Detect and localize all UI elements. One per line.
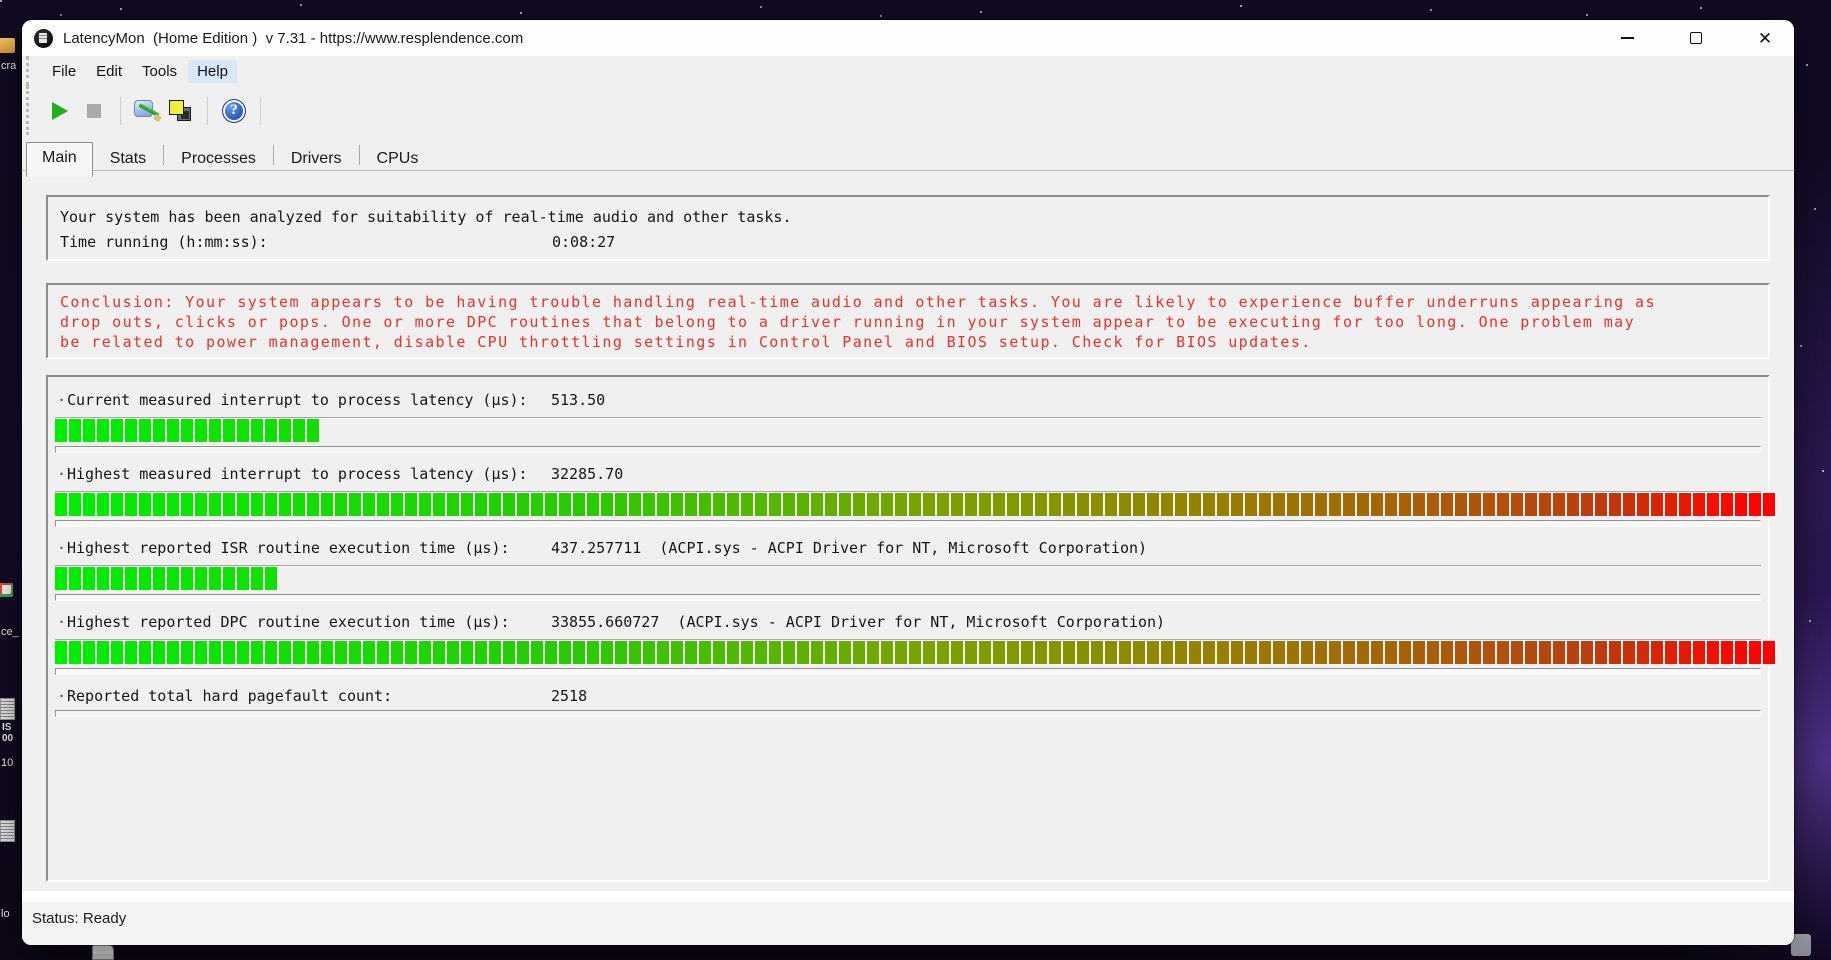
latency-bar: [55, 417, 1761, 442]
latency-bar: [55, 565, 1761, 590]
resize-grip[interactable]: [1791, 934, 1811, 956]
desktop-document-icon[interactable]: [0, 698, 15, 720]
bar-groove: [55, 594, 1761, 601]
help-icon: ?: [222, 99, 246, 123]
latencymon-window: LatencyMon (Home Edition ) v 7.31 - http…: [22, 20, 1794, 945]
metric-label: Highest reported DPC routine execution t…: [67, 613, 551, 631]
stacked-windows-button[interactable]: [164, 95, 198, 127]
maximize-icon: [1690, 32, 1702, 44]
latency-bar: [55, 639, 1761, 664]
bar-groove: [55, 668, 1761, 675]
metric-bullet: ·: [57, 465, 67, 483]
analysis-panel: Your system has been analyzed for suitab…: [46, 195, 1770, 261]
metric-label: Reported total hard pagefault count:: [67, 687, 551, 705]
close-button[interactable]: ✕: [1754, 27, 1776, 49]
menu-file[interactable]: File: [43, 60, 85, 83]
status-separator: [22, 891, 1794, 902]
time-running-value: 0:08:27: [552, 233, 615, 251]
toolbar-separator: [120, 97, 121, 125]
metric-row: · Highest measured interrupt to process …: [55, 464, 1761, 527]
bar-groove: [55, 520, 1761, 527]
desktop: cra ce_ IS 00 10 lo LatencyMon (Home Edi…: [0, 0, 1831, 960]
conclusion-line: drop outs, clicks or pops. One or more D…: [60, 312, 1756, 332]
desktop-stars: [0, 0, 2, 2]
tab-cpus[interactable]: CPUs: [360, 144, 436, 176]
menu-help[interactable]: Help: [188, 60, 237, 83]
metric-row: · Reported total hard pagefault count: 2…: [55, 686, 1761, 717]
maximize-button[interactable]: [1685, 27, 1707, 49]
window-title: LatencyMon (Home Edition ) v 7.31 - http…: [63, 30, 523, 47]
metric-row: · Current measured interrupt to process …: [55, 390, 1761, 453]
bar-groove: [55, 446, 1761, 453]
desktop-icon-label[interactable]: 00: [2, 733, 13, 744]
metrics-panel: · Current measured interrupt to process …: [46, 375, 1770, 882]
minimize-icon: [1621, 37, 1634, 39]
metric-row: · Highest reported DPC routine execution…: [55, 612, 1761, 675]
close-icon: ✕: [1758, 30, 1772, 47]
metric-value: 437.257711 (ACPI.sys - ACPI Driver for N…: [551, 539, 1147, 557]
toolbar-separator: [207, 97, 208, 125]
desktop-folder-icon[interactable]: [0, 38, 15, 53]
app-icon: [34, 29, 53, 48]
toolbar: ?: [26, 86, 1794, 135]
stacked-windows-icon: [168, 98, 194, 124]
desktop-icon-label[interactable]: IS: [2, 722, 11, 733]
conclusion-line: Conclusion: Your system appears to be ha…: [60, 292, 1756, 312]
metric-bullet: ·: [57, 687, 67, 705]
desktop-app-icon[interactable]: [0, 583, 13, 597]
toolbar-separator: [260, 97, 261, 125]
tab-main[interactable]: Main: [26, 142, 93, 177]
desktop-icon-label[interactable]: ce_: [1, 626, 19, 638]
menu-edit[interactable]: Edit: [87, 60, 131, 83]
conclusion-line: be related to power management, disable …: [60, 332, 1756, 352]
metric-bullet: ·: [57, 391, 67, 409]
desktop-icon-label[interactable]: cra: [1, 60, 16, 72]
metric-bullet: ·: [57, 539, 67, 557]
start-monitor-button[interactable]: [43, 95, 77, 127]
time-running-label: Time running (h:mm:ss):: [60, 233, 552, 251]
metric-value: 513.50: [551, 391, 605, 409]
tab-processes[interactable]: Processes: [164, 144, 273, 176]
metric-value: 2518: [551, 687, 587, 705]
metric-row: · Highest reported ISR routine execution…: [55, 538, 1761, 601]
desktop-icon-label[interactable]: lo: [1, 908, 10, 920]
tab-stats[interactable]: Stats: [93, 144, 163, 176]
stop-monitor-button[interactable]: [77, 95, 111, 127]
metric-value: 32285.70: [551, 465, 623, 483]
tab-drivers[interactable]: Drivers: [274, 144, 359, 176]
desktop-document-icon[interactable]: [0, 820, 15, 842]
minimize-button[interactable]: [1616, 27, 1638, 49]
menu-bar: File Edit Tools Help: [26, 56, 1794, 86]
menu-tools[interactable]: Tools: [133, 60, 186, 83]
desktop-page-icon[interactable]: [92, 944, 114, 960]
metric-label: Highest measured interrupt to process la…: [67, 465, 551, 483]
latency-bar: [55, 491, 1761, 516]
metric-value: 33855.660727 (ACPI.sys - ACPI Driver for…: [551, 613, 1165, 631]
conclusion-panel: Conclusion: Your system appears to be ha…: [46, 283, 1770, 359]
bar-groove: [55, 710, 1761, 717]
metric-label: Highest reported ISR routine execution t…: [67, 539, 551, 557]
status-bar: Status: Ready: [22, 902, 1794, 945]
desktop-icon-label[interactable]: 10: [1, 757, 13, 769]
status-text: Status: Ready: [32, 910, 126, 927]
metric-label: Current measured interrupt to process la…: [67, 391, 551, 409]
help-button[interactable]: ?: [217, 95, 251, 127]
analysis-summary: Your system has been analyzed for suitab…: [60, 204, 1756, 229]
play-icon: [52, 102, 68, 120]
stop-icon: [87, 104, 101, 118]
report-tool-icon: [134, 99, 160, 123]
report-tool-button[interactable]: [130, 95, 164, 127]
metric-bullet: ·: [57, 613, 67, 631]
tab-strip: MainStatsProcessesDriversCPUs: [22, 135, 1794, 177]
title-bar[interactable]: LatencyMon (Home Edition ) v 7.31 - http…: [22, 20, 1794, 56]
